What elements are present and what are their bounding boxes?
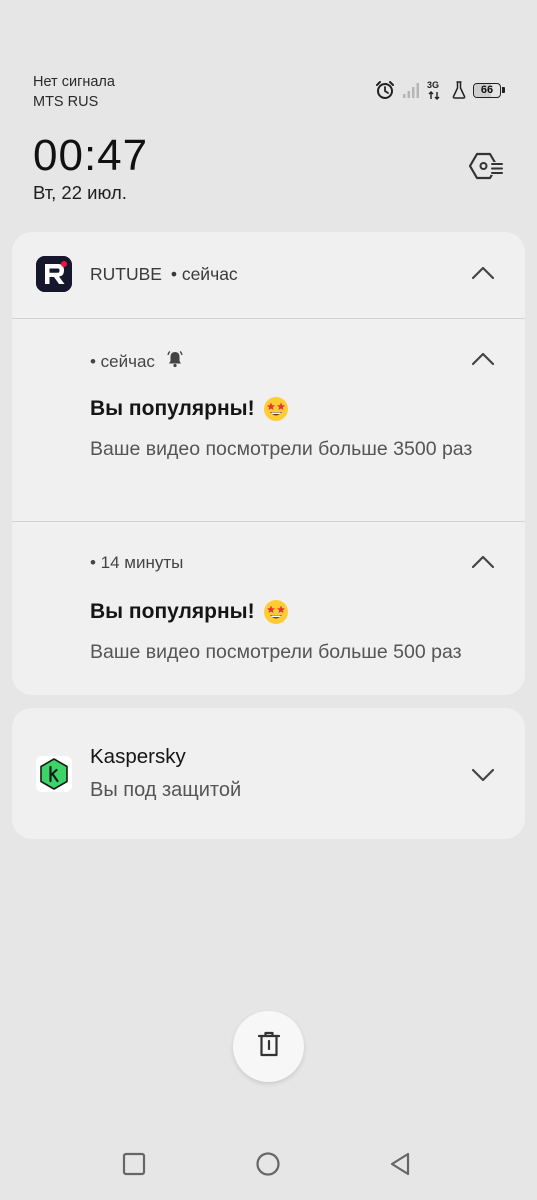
status-bar-right: 3G 66	[375, 79, 505, 101]
expand-notification-button[interactable]	[471, 768, 495, 782]
star-struck-emoji-icon	[263, 396, 289, 422]
bell-ring-icon	[167, 350, 183, 373]
notification-time: • сейчас	[90, 351, 155, 371]
home-button[interactable]	[254, 1150, 282, 1178]
rutube-app-icon	[36, 256, 72, 292]
kaspersky-notification[interactable]: Kaspersky Вы под защитой	[12, 708, 525, 839]
collapse-group-button[interactable]	[471, 266, 495, 280]
clock-date: Вт, 22 июл.	[33, 182, 127, 203]
signal-icon	[402, 81, 420, 99]
rutube-notification-group[interactable]: RUTUBE • сейчас • сейчас Вы популярны! В…	[12, 232, 525, 695]
kaspersky-app-icon	[36, 756, 72, 792]
rutube-header-text: RUTUBE • сейчас	[90, 264, 238, 285]
chevron-down-icon	[471, 768, 495, 782]
collapse-notification-button[interactable]	[471, 555, 495, 569]
status-bar-left: Нет сигнала MTS RUS	[33, 72, 115, 112]
battery-icon: 66	[473, 82, 505, 98]
rutube-app-name: RUTUBE	[90, 264, 162, 284]
signal-status-text: Нет сигнала	[33, 74, 115, 90]
back-button[interactable]	[386, 1150, 414, 1178]
chevron-up-icon	[471, 266, 495, 280]
notification-settings-button[interactable]	[467, 150, 505, 186]
notification-meta: • 14 минуты	[90, 553, 183, 573]
kaspersky-body: Вы под защитой	[90, 779, 242, 801]
notification-title-text: Вы популярны!	[90, 600, 255, 623]
back-icon	[390, 1152, 410, 1176]
battery-tip	[502, 87, 505, 93]
notification-divider	[12, 521, 525, 522]
notification-title: Вы популярны!	[90, 396, 289, 422]
home-icon	[256, 1152, 280, 1176]
recents-button[interactable]	[120, 1150, 148, 1178]
clock-time: 00:47	[33, 131, 149, 180]
kaspersky-app-name: Kaspersky	[90, 745, 186, 768]
notification-settings-icon	[468, 151, 503, 186]
recents-icon	[122, 1152, 146, 1176]
group-divider	[12, 318, 525, 319]
clear-all-button[interactable]	[233, 1011, 304, 1082]
collapse-notification-button[interactable]	[471, 352, 495, 366]
notification-title: Вы популярны!	[90, 599, 289, 625]
rutube-group-header[interactable]: RUTUBE • сейчас	[12, 232, 525, 318]
battery-body: 66	[473, 82, 501, 98]
rutube-header-time: • сейчас	[170, 264, 238, 284]
network-3g-icon: 3G	[427, 80, 445, 100]
star-struck-emoji-icon	[263, 599, 289, 625]
alarm-icon	[375, 80, 395, 100]
notification-title-text: Вы популярны!	[90, 397, 255, 420]
carrier-name: MTS RUS	[33, 94, 99, 110]
trash-icon	[256, 1030, 282, 1063]
battery-level: 66	[480, 83, 494, 96]
notification-meta: • сейчас	[90, 350, 183, 373]
notification-body: Ваше видео посмотрели больше 500 раз	[90, 641, 462, 663]
flask-icon	[452, 81, 466, 99]
chevron-up-icon	[471, 555, 495, 569]
notification-body: Ваше видео посмотрели больше 3500 раз	[90, 438, 473, 460]
notification-time: • 14 минуты	[90, 553, 184, 572]
chevron-up-icon	[471, 352, 495, 366]
